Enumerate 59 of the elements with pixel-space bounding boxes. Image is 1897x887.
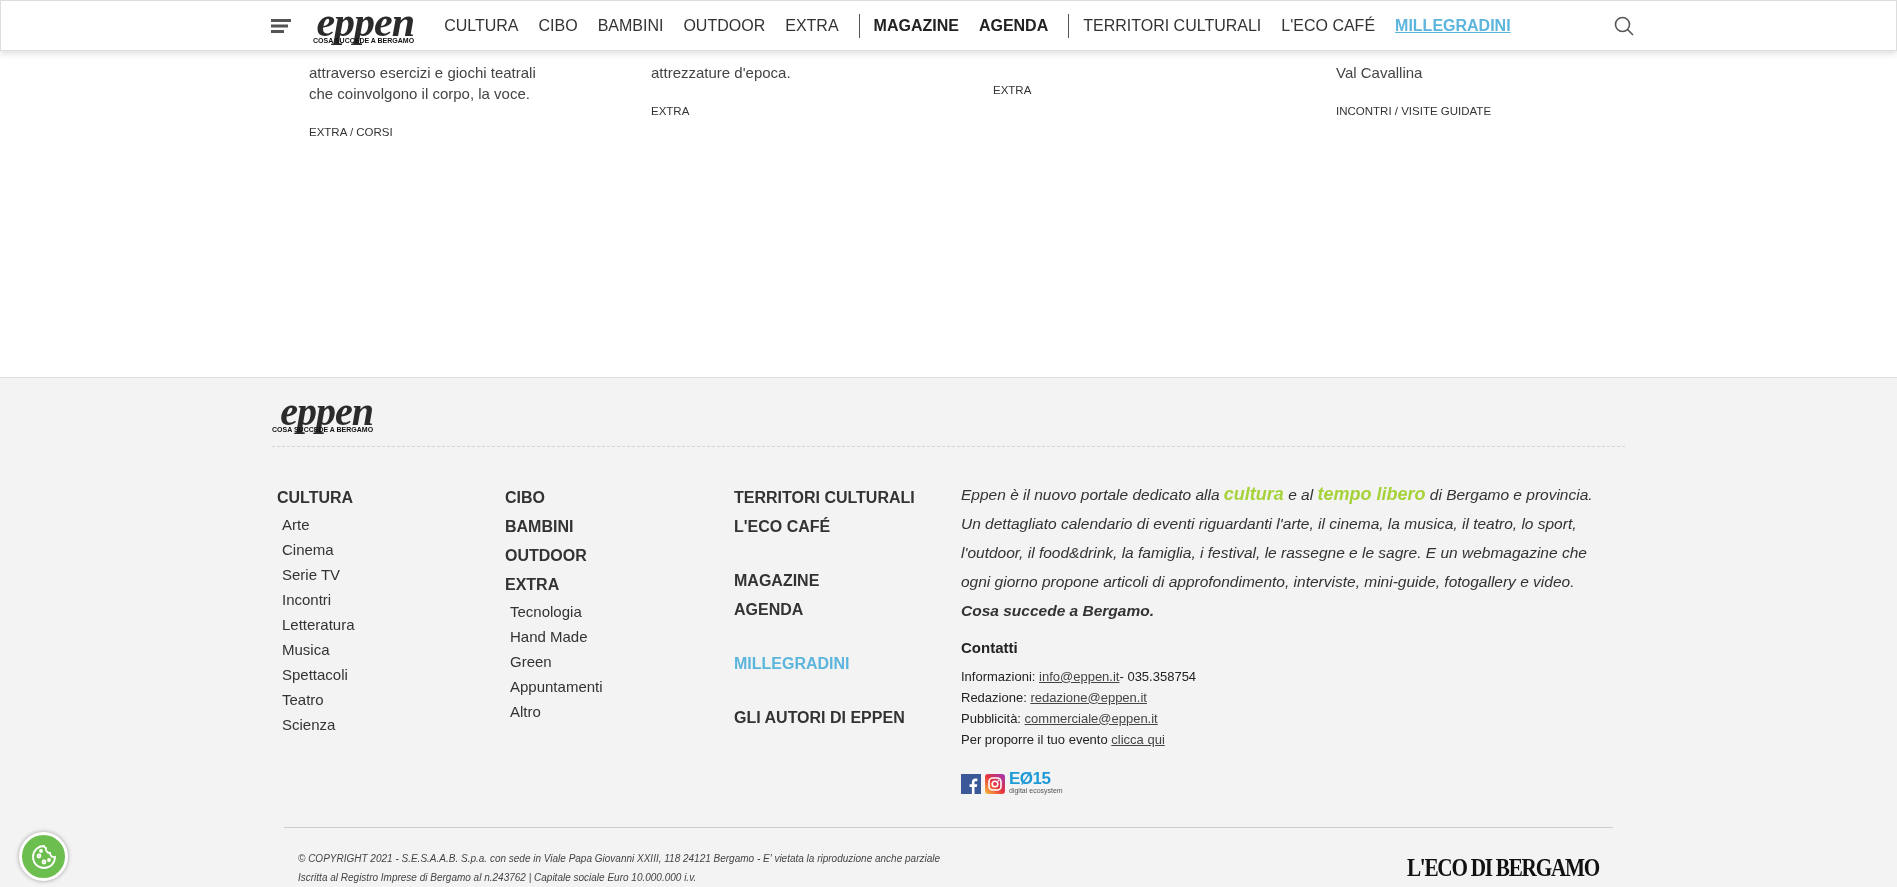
footer-sublink[interactable]: Letteratura [277,612,505,637]
contact-link[interactable]: redazione@eppen.it [1030,689,1147,705]
copyright-text: Iscritta al Registro Imprese di Bergamo al n.243762 | Capitale sociale Euro 10.000.000 i.v. [298,870,698,885]
footer-sublink[interactable]: Hand Made [505,624,734,649]
nav-link[interactable]: CIBO [538,13,578,38]
footer-link[interactable]: L'ECO CAFÉ [734,512,961,541]
nav-link[interactable]: TERRITORI CULTURALI [1083,13,1262,38]
footer-sublink[interactable]: Tecnologia [505,599,734,624]
card-text: Val Cavallina [1336,63,1424,83]
category-link[interactable]: EXTRA [651,103,911,121]
footer-link[interactable]: EXTRA [505,570,734,599]
cookie-icon [30,843,57,870]
card-text: attrezzature d'epoca. [651,63,792,83]
footer-link[interactable]: GLI AUTORI DI EPPEN [734,703,961,732]
footer-sublink[interactable]: Musica [277,637,505,662]
nav-link[interactable]: MAGAZINE [873,13,959,38]
footer-link[interactable]: AGENDA [734,595,961,624]
category-link[interactable]: EXTRA [993,82,1253,100]
footer-sublink[interactable]: Incontri [277,587,505,612]
card-text: che coinvolgono il corpo, la voce. [309,84,531,104]
nav-link[interactable]: EXTRA [785,13,839,38]
search-icon[interactable] [1614,15,1634,36]
nav-link[interactable]: OUTDOOR [683,13,766,38]
footer-sublink[interactable]: Cinema [277,537,505,562]
category-link[interactable]: INCONTRI / VISITE GUIDATE [1336,103,1596,121]
copyright-text: © COPYRIGHT 2021 - S.E.S.A.A.B. S.p.a. con sede in Viale Papa Giovanni XXIII, 118 24121 Bergamo - E' vietata la riproduzione anche parziale [298,851,941,866]
footer-sublink[interactable]: Spettacoli [277,662,505,687]
contacts-heading: Contatti [961,638,1019,658]
footer-sublink[interactable]: Teatro [277,687,505,712]
contact-line: Informazioni: info@eppen.it- 035.358754 [961,667,1198,686]
footer-sublink[interactable]: Green [505,649,734,674]
footer-link[interactable]: BAMBINI [505,512,734,541]
publisher-logo: L'ECO DI BERGAMO [1406,852,1599,883]
contact-line: Redazione: redazione@eppen.it [961,688,1148,707]
contact-line: Pubblicità: commerciale@eppen.it [961,709,1159,728]
footer-sublink[interactable]: Altro [505,699,734,724]
nav-link[interactable]: CULTURA [444,13,519,38]
footer-sublink[interactable]: Arte [277,512,505,537]
card-text: attraverso esercizi e giochi teatrali [309,63,537,83]
instagram-icon[interactable] [985,773,1005,794]
contact-link[interactable]: clicca qui [1111,731,1165,747]
footer-link[interactable]: OUTDOOR [505,541,734,570]
contact-line: Per proporre il tuo evento clicca qui [961,730,1166,749]
contact-link[interactable]: commerciale@eppen.it [1024,710,1158,726]
footer-link[interactable]: CULTURA [277,483,505,512]
nav-link[interactable]: L'ECO CAFÉ [1281,13,1376,38]
nav-link[interactable]: AGENDA [978,13,1049,38]
contact-link[interactable]: info@eppen.it [1039,668,1120,684]
footer-sublink[interactable]: Scienza [277,712,505,737]
footer-link[interactable]: MAGAZINE [734,566,961,595]
category-link[interactable]: EXTRA / CORSI [309,124,569,142]
footer-link[interactable]: CIBO [505,483,734,512]
facebook-icon[interactable] [961,773,981,794]
about-text: Eppen è il nuovo portale dedicato alla cultura e al tempo libero di Bergamo e provincia. Un dettagliato calendario di eventi riguardanti l'arte, il cinema, la musica, il teatro, lo sport, l'outdoor, il food&drink, la famiglia, i festival, le rassegne e le sagre. E un webmagazine che ogni giorno propone articoli di approfondimento, interviste, mini-guide, fotogallery e video. Cosa succede a Bergamo. [961,483,1594,621]
menu-icon[interactable] [271,18,291,33]
nav-link[interactable]: BAMBINI [597,13,664,38]
footer-sublink[interactable]: Appuntamenti [505,674,734,699]
footer-sublink[interactable]: Serie TV [277,562,505,587]
footer-link[interactable]: TERRITORI CULTURALI [734,483,961,512]
